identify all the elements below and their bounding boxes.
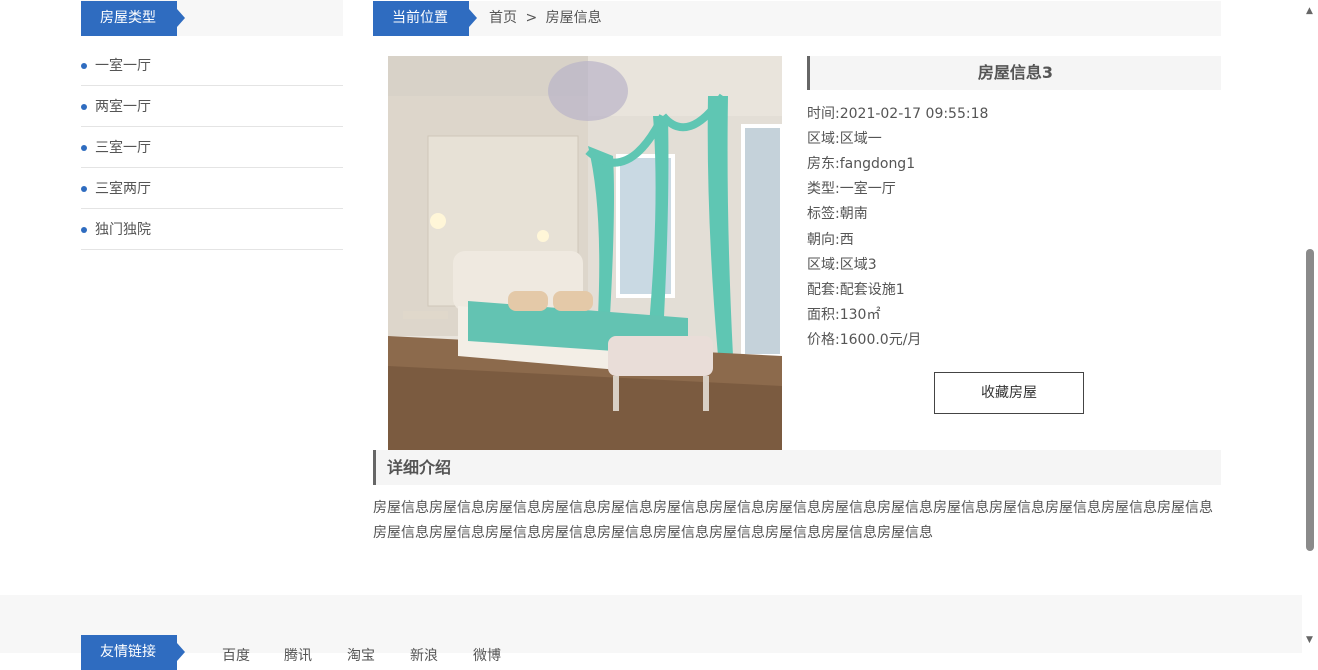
- field-label: 区域:: [807, 131, 840, 147]
- bullet-icon: [81, 227, 87, 233]
- sidebar-item-label: 三室两厅: [95, 181, 151, 197]
- field-label: 标签:: [807, 206, 840, 222]
- sidebar-title: 房屋类型: [81, 1, 185, 36]
- field-facilities: 配套:配套设施1: [807, 280, 905, 300]
- field-value: 区域3: [839, 257, 877, 273]
- sidebar-item-label: 一室一厅: [95, 58, 151, 74]
- field-label: 房东:: [807, 156, 840, 172]
- sidebar-item-three-two[interactable]: 三室两厅: [81, 169, 343, 209]
- field-price: 价格:1600.0元/月: [807, 330, 921, 350]
- bullet-icon: [81, 63, 87, 69]
- footer-link-taobao[interactable]: 淘宝: [347, 645, 375, 665]
- field-landlord: 房东:fangdong1: [807, 154, 915, 174]
- field-label: 面积:: [807, 307, 840, 323]
- field-label: 区域:: [807, 257, 840, 273]
- sidebar-item-label: 独门独院: [95, 222, 151, 238]
- field-area: 面积:130㎡: [807, 305, 880, 325]
- field-value: 2021-02-17 09:55:18: [839, 106, 989, 122]
- field-label: 朝向:: [807, 232, 840, 248]
- sidebar-item-three-room[interactable]: 三室一厅: [81, 128, 343, 168]
- house-photo: [388, 56, 782, 450]
- field-label: 类型:: [807, 181, 840, 197]
- favorite-house-button[interactable]: 收藏房屋: [934, 372, 1084, 414]
- sidebar-item-label: 两室一厅: [95, 99, 151, 115]
- breadcrumb-home[interactable]: 首页: [489, 10, 517, 26]
- footer: [0, 595, 1302, 653]
- field-value: 朝南: [839, 206, 868, 222]
- detail-title: 详细介绍: [373, 450, 1221, 485]
- field-region: 区域:区域一: [807, 129, 882, 149]
- field-value: 西: [839, 232, 854, 248]
- house-title: 房屋信息3: [807, 56, 1221, 90]
- breadcrumb-current: 房屋信息: [545, 10, 602, 26]
- field-value: fangdong1: [839, 156, 916, 172]
- field-label: 配套:: [807, 282, 840, 298]
- field-value: 区域一: [839, 131, 882, 147]
- footer-link-baidu[interactable]: 百度: [222, 645, 250, 665]
- breadcrumb-title: 当前位置: [373, 1, 477, 36]
- field-type: 类型:一室一厅: [807, 179, 896, 199]
- footer-link-weibo[interactable]: 微博: [473, 645, 501, 665]
- field-value: 配套设施1: [839, 282, 905, 298]
- sidebar-item-label: 三室一厅: [95, 140, 151, 156]
- field-orientation: 朝向:西: [807, 230, 854, 250]
- bullet-icon: [81, 145, 87, 151]
- field-label: 时间:: [807, 106, 840, 122]
- footer-link-tencent[interactable]: 腾讯: [284, 645, 312, 665]
- breadcrumb: 首页 > 房屋信息: [489, 1, 602, 36]
- bullet-icon: [81, 104, 87, 110]
- footer-link-sina[interactable]: 新浪: [410, 645, 438, 665]
- scrollbar-thumb[interactable]: [1306, 249, 1314, 551]
- breadcrumb-separator: >: [525, 10, 538, 26]
- sidebar-item-one-room[interactable]: 一室一厅: [81, 46, 343, 86]
- scroll-down-icon[interactable]: ▼: [1306, 636, 1313, 645]
- field-district: 区域:区域3: [807, 255, 877, 275]
- field-label: 价格:: [807, 332, 840, 348]
- field-value: 130㎡: [839, 307, 881, 323]
- bullet-icon: [81, 186, 87, 192]
- vertical-scrollbar[interactable]: ▲ ▼: [1302, 0, 1318, 653]
- detail-description: 房屋信息房屋信息房屋信息房屋信息房屋信息房屋信息房屋信息房屋信息房屋信息房屋信息…: [373, 500, 1213, 541]
- field-value: 一室一厅: [839, 181, 896, 197]
- field-value: 1600.0元/月: [839, 332, 922, 348]
- field-time: 时间:2021-02-17 09:55:18: [807, 104, 988, 124]
- sidebar-item-courtyard[interactable]: 独门独院: [81, 210, 343, 250]
- field-tag: 标签:朝南: [807, 204, 868, 224]
- scroll-up-icon[interactable]: ▲: [1306, 7, 1313, 16]
- sidebar-item-two-room[interactable]: 两室一厅: [81, 87, 343, 127]
